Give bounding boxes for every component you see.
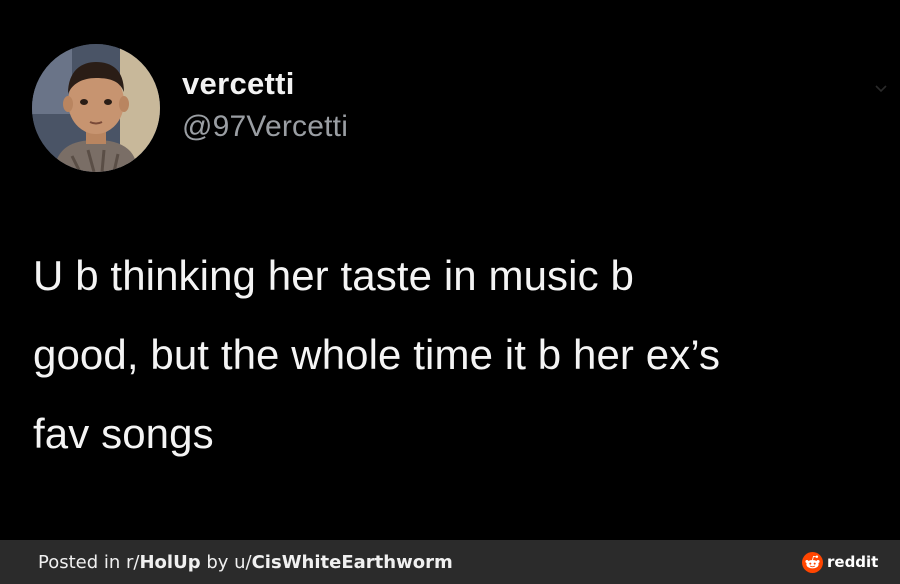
by-label: by u/: [200, 552, 252, 573]
reddit-brand[interactable]: reddit: [802, 551, 878, 573]
display-name[interactable]: vercetti: [182, 66, 295, 102]
reddit-wordmark: reddit: [827, 553, 879, 571]
tweet-text: U b thinking her taste in music b good, …: [33, 236, 893, 473]
profile-photo: [32, 44, 160, 172]
reddit-logo-icon: [802, 551, 823, 573]
tweet-text-line: good, but the whole time it b her ex’s: [33, 331, 721, 378]
tweet-text-line: U b thinking her taste in music b: [33, 252, 634, 299]
tweet-card: vercetti @97Vercetti U b thinking her ta…: [0, 0, 900, 540]
subreddit-link[interactable]: HolUp: [139, 552, 200, 573]
chevron-down-icon[interactable]: [874, 82, 888, 96]
avatar[interactable]: [32, 44, 160, 172]
username-link[interactable]: CisWhiteEarthworm: [252, 552, 453, 573]
reddit-attribution-bar: Posted in r/HolUp by u/CisWhiteEarthworm…: [0, 540, 900, 584]
user-handle[interactable]: @97Vercetti: [182, 110, 348, 144]
posted-in-label: Posted in r/: [38, 552, 140, 573]
post-attribution: Posted in r/HolUp by u/CisWhiteEarthworm: [38, 552, 453, 573]
tweet-text-line: fav songs: [33, 410, 214, 457]
